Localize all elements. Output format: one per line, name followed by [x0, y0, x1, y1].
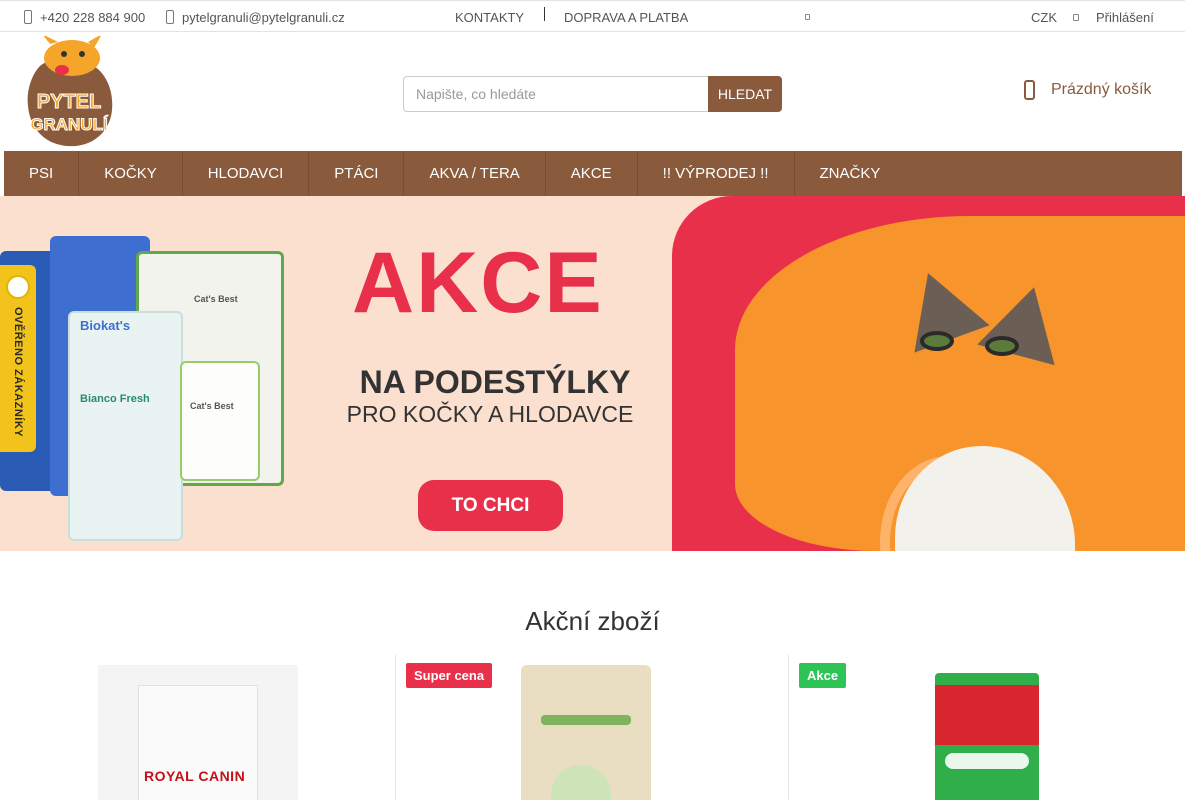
phone-contact[interactable]: +420 228 884 900	[24, 1, 145, 33]
logo-text-line1: PYTEL	[37, 91, 101, 113]
product-image-1: ROYAL CANIN	[98, 665, 298, 800]
top-bar: +420 228 884 900 pytelgranuli@pytelgranu…	[0, 0, 1185, 32]
verified-reviews-badge[interactable]: OVĚŘENO ZÁKAZNÍKY	[0, 265, 36, 452]
product-image-3	[935, 673, 1039, 800]
nav-item-vyprodej[interactable]: !! VÝPRODEJ !!	[638, 151, 795, 196]
product-card-3[interactable]	[932, 655, 1042, 800]
nav-item-znacky[interactable]: ZNAČKY	[795, 151, 906, 196]
shopping-bag-icon	[1024, 80, 1035, 100]
verified-seal-icon	[6, 275, 30, 299]
main-nav: PSI KOČKY HLODAVCI PTÁCI AKVA / TERA AKC…	[4, 151, 1182, 196]
link-kontakty[interactable]: KONTAKTY	[455, 1, 524, 33]
topbar-separator	[544, 7, 545, 21]
cat-eye-left	[920, 331, 954, 351]
product-card-1[interactable]: ROYAL CANIN	[98, 655, 298, 800]
product-divider-2	[788, 655, 789, 800]
promo-banner[interactable]: Biokat's Cat's Best Biokat's Bianco Fres…	[0, 196, 1185, 551]
bag-label-biokats-white: Biokat's	[80, 318, 131, 333]
verified-text: OVĚŘENO ZÁKAZNÍKY	[12, 307, 24, 438]
banner-subtitle-1: NA PODESTÝLKY	[359, 364, 631, 400]
bag-label-bianco-fresh: Bianco Fresh	[80, 393, 150, 405]
email-address: pytelgranuli@pytelgranuli.cz	[182, 9, 345, 25]
currency-selector[interactable]: CZK	[1031, 1, 1079, 33]
nav-item-akva-tera[interactable]: AKVA / TERA	[404, 151, 546, 196]
search-button[interactable]: HLEDAT	[708, 76, 782, 112]
email-icon	[166, 10, 174, 24]
nav-item-hlodavci[interactable]: HLODAVCI	[183, 151, 310, 196]
chevron-down-icon	[1073, 13, 1079, 21]
search-bar: HLEDAT	[403, 76, 782, 112]
link-doprava[interactable]: DOPRAVA A PLATBA	[564, 1, 688, 33]
product-brand-1: ROYAL CANIN	[144, 768, 246, 784]
banner-subtitle-2: PRO KOČKY A HLODAVCE	[346, 401, 634, 427]
badge-super-cena: Super cena	[406, 663, 493, 688]
litter-bag-catsbest-small: Cat's Best	[180, 361, 260, 481]
nav-item-kocky[interactable]: KOČKY	[79, 151, 183, 196]
badge-akce: Akce	[799, 663, 847, 688]
product-image-2	[521, 665, 651, 800]
banner-cta-button[interactable]: TO CHCI	[418, 480, 563, 531]
phone-number: +420 228 884 900	[40, 9, 146, 25]
nav-item-akce[interactable]: AKCE	[546, 151, 638, 196]
search-input[interactable]	[403, 76, 708, 112]
phone-icon	[24, 10, 32, 24]
logo[interactable]: PYTEL GRANULÍ	[22, 36, 116, 148]
page: +420 228 884 900 pytelgranuli@pytelgranu…	[0, 0, 1200, 800]
bag-label-catsbest-1: Cat's Best	[194, 294, 238, 304]
banner-title: AKCE	[352, 235, 604, 331]
currency-label: CZK	[1031, 9, 1057, 25]
email-contact[interactable]: pytelgranuli@pytelgranuli.cz	[166, 1, 345, 33]
product-card-2[interactable]	[516, 655, 668, 800]
section-title: Akční zboží	[525, 606, 660, 636]
nav-item-ptaci[interactable]: PTÁCI	[309, 151, 405, 196]
settings-icon[interactable]	[805, 14, 810, 20]
cart[interactable]: Prázdný košík	[1024, 80, 1151, 100]
litter-bag-bianco: Biokat's Bianco Fresh	[68, 311, 183, 541]
product-divider-1	[395, 655, 396, 800]
logo-text-line2: GRANULÍ	[30, 115, 109, 134]
cat-eye-right	[985, 336, 1019, 356]
bag-label-catsbest-2: Cat's Best	[190, 401, 234, 411]
nav-item-psi[interactable]: PSI	[4, 151, 80, 196]
cart-label: Prázdný košík	[1051, 81, 1152, 98]
login-link[interactable]: Přihlášení	[1096, 1, 1154, 33]
